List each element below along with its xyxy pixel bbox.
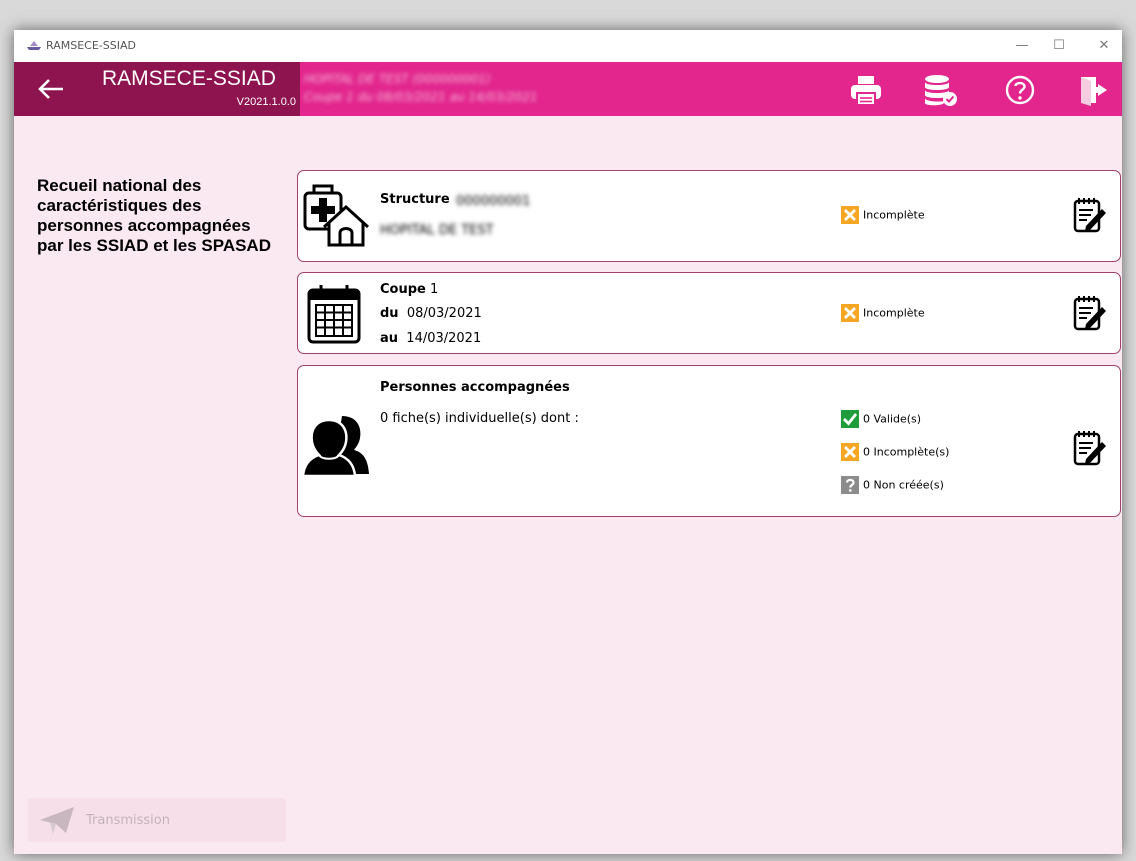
incomplete-icon: [841, 443, 859, 461]
structure-status-text: Incomplète: [863, 208, 925, 222]
app-logo-icon: [27, 41, 41, 50]
printer-icon[interactable]: [848, 73, 884, 107]
exit-icon[interactable]: [1076, 73, 1112, 107]
edit-structure-icon[interactable]: [1071, 195, 1109, 235]
coupe-card[interactable]: Coupe 1 du 08/03/2021 au 14/03/2021 Inco…: [297, 272, 1121, 354]
edit-personnes-icon[interactable]: [1071, 428, 1109, 468]
structure-name: HOPITAL DE TEST: [380, 223, 494, 238]
incomplete-icon: [841, 304, 859, 322]
hospital-info: HOPITAL DE TEST (000000001) Coupe 1 du 0…: [304, 70, 538, 106]
maximize-button[interactable]: ☐: [1044, 36, 1074, 56]
coupe-status: Incomplète: [841, 304, 925, 322]
personnes-label: Personnes accompagnées: [380, 380, 570, 395]
calendar-icon: [307, 285, 361, 344]
valid-status: 0 Valide(s): [841, 410, 921, 428]
coupe-heading: Coupe 1: [380, 282, 438, 297]
valid-count: 0 Valide(s): [863, 412, 922, 426]
back-arrow-icon[interactable]: [36, 76, 66, 102]
question-mark-icon: [841, 476, 859, 494]
transmission-button[interactable]: Transmission: [28, 798, 286, 842]
coupe-from: du 08/03/2021: [380, 306, 482, 321]
coupe-summary: Coupe 1 du 08/03/2021 au 14/03/2021: [304, 90, 538, 104]
edit-coupe-icon[interactable]: [1071, 293, 1109, 333]
people-icon: [302, 416, 369, 476]
app-window: RAMSECE-SSIAD — ☐ ✕ RAMSECE-SSIAD V2021.…: [14, 30, 1122, 854]
hospital-name: HOPITAL DE TEST (000000001): [304, 72, 491, 86]
not-created-status: 0 Non créée(s): [841, 476, 944, 494]
coupe-to-date: 14/03/2021: [406, 331, 482, 346]
app-brand: RAMSECE-SSIAD V2021.1.0.0: [14, 62, 300, 116]
coupe-to: au 14/03/2021: [380, 331, 481, 346]
structure-label: Structure: [380, 192, 450, 207]
structure-card[interactable]: Structure 000000001 HOPITAL DE TEST Inco…: [297, 170, 1121, 262]
structure-id: 000000001: [456, 194, 531, 209]
coupe-status-text: Incomplète: [863, 306, 925, 320]
window-title: RAMSECE-SSIAD: [46, 39, 136, 52]
coupe-from-label: du: [380, 306, 399, 321]
coupe-to-label: au: [380, 331, 399, 346]
incomplete-icon: [841, 206, 859, 224]
clinic-house-icon: [303, 184, 370, 247]
help-icon[interactable]: [1002, 73, 1038, 107]
coupe-number: 1: [430, 282, 439, 297]
incomplete-count: 0 Incomplète(s): [863, 445, 950, 459]
transmission-label: Transmission: [86, 813, 170, 828]
title-bar: RAMSECE-SSIAD — ☐ ✕: [14, 30, 1122, 62]
database-check-icon[interactable]: [922, 73, 958, 107]
close-button[interactable]: ✕: [1089, 36, 1119, 56]
not-created-count: 0 Non créée(s): [863, 478, 944, 492]
incomplete-status: 0 Incomplète(s): [841, 443, 949, 461]
send-plane-icon: [40, 807, 74, 834]
app-name: RAMSECE-SSIAD: [102, 67, 276, 90]
personnes-card[interactable]: Personnes accompagnées 0 fiche(s) indivi…: [297, 365, 1121, 517]
coupe-label: Coupe: [380, 282, 426, 297]
intro-text: Recueil national des caractéristiques de…: [37, 176, 271, 255]
valid-check-icon: [841, 410, 859, 428]
structure-status: Incomplète: [841, 206, 925, 224]
coupe-from-date: 08/03/2021: [406, 306, 482, 321]
app-header: RAMSECE-SSIAD V2021.1.0.0 HOPITAL DE TES…: [14, 62, 1122, 116]
minimize-button[interactable]: —: [1007, 36, 1037, 56]
app-version: V2021.1.0.0: [236, 96, 296, 108]
personnes-summary: 0 fiche(s) individuelle(s) dont :: [380, 411, 579, 426]
